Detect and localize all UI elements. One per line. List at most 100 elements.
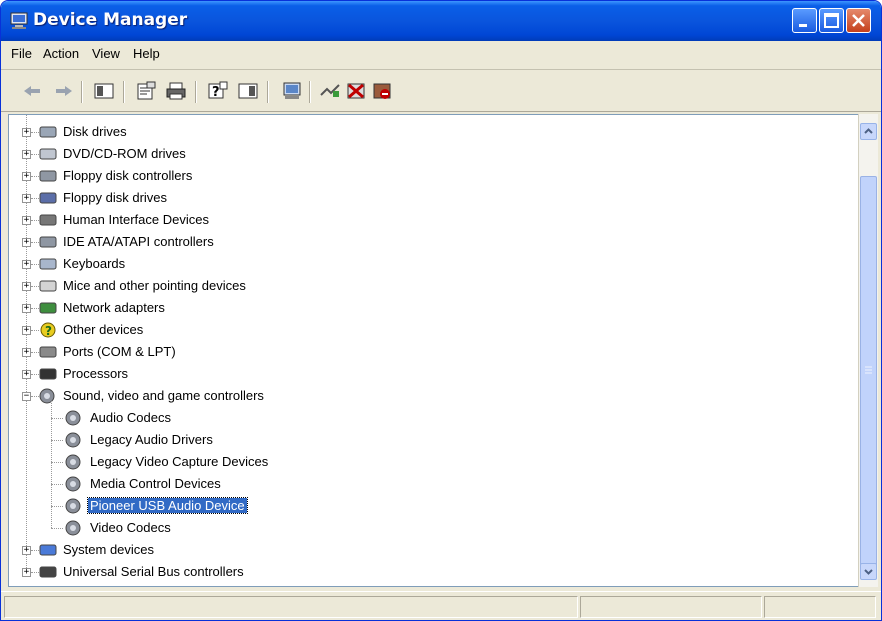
tree-category[interactable]: + Floppy disk drives (9, 187, 849, 209)
disk-drive-icon (39, 126, 57, 138)
controller-icon (39, 170, 57, 182)
maximize-button[interactable] (819, 8, 844, 33)
menu-view[interactable]: View (92, 46, 120, 61)
mouse-icon (39, 280, 57, 292)
tree-item[interactable]: Legacy Audio Drivers (9, 429, 849, 451)
tree-category-label: Mice and other pointing devices (63, 278, 246, 293)
tree-category-label: Other devices (63, 322, 144, 337)
tree-category[interactable]: + Ports (COM & LPT) (9, 341, 849, 363)
expand-toggle[interactable]: + (22, 370, 31, 379)
tree-category-label: Universal Serial Bus controllers (63, 564, 244, 579)
tree-item[interactable]: Pioneer USB Audio Device (9, 495, 849, 517)
tree-category-label: Disk drives (63, 124, 127, 139)
expand-toggle[interactable]: + (22, 172, 31, 181)
tree-category-label: Human Interface Devices (63, 212, 209, 227)
tree-category[interactable]: + Mice and other pointing devices (9, 275, 849, 297)
tree-item[interactable]: Audio Codecs (9, 407, 849, 429)
tree-category[interactable]: + Keyboards (9, 253, 849, 275)
tree-category[interactable]: + DVD/CD-ROM drives (9, 143, 849, 165)
tree-item-label-selected: Pioneer USB Audio Device (87, 497, 248, 514)
forward-icon[interactable] (53, 81, 75, 101)
tree-connector (31, 352, 39, 353)
tree-category-label: DVD/CD-ROM drives (63, 146, 186, 161)
uninstall-icon[interactable] (345, 81, 367, 101)
tree-connector (51, 528, 63, 529)
tree-category[interactable]: − Sound, video and game controllers (9, 385, 849, 407)
sound-icon (39, 388, 55, 404)
title-bar[interactable]: Device Manager (1, 1, 881, 41)
sound-icon (65, 432, 81, 448)
tree-connector (51, 440, 63, 441)
close-button[interactable] (846, 8, 871, 33)
tree-category-label: Sound, video and game controllers (63, 388, 264, 403)
tree-item-label: Legacy Video Capture Devices (90, 454, 269, 469)
vertical-scrollbar[interactable] (858, 114, 878, 587)
scroll-thumb[interactable] (860, 176, 877, 566)
chevron-down-icon (864, 569, 873, 575)
expand-toggle[interactable]: + (22, 546, 31, 555)
show-hide-tree-icon[interactable] (93, 81, 115, 101)
expand-toggle[interactable]: + (22, 128, 31, 137)
tree-category[interactable]: + System devices (9, 539, 849, 561)
tree-item[interactable]: Legacy Video Capture Devices (9, 451, 849, 473)
menu-help[interactable]: Help (133, 46, 160, 61)
expand-toggle[interactable]: + (22, 150, 31, 159)
tree-item[interactable]: Video Codecs (9, 517, 849, 539)
scan-hardware-icon[interactable] (281, 81, 303, 101)
usb-icon (39, 566, 57, 578)
tree-category[interactable]: + Disk drives (9, 121, 849, 143)
expand-toggle[interactable]: + (22, 282, 31, 291)
disable-icon[interactable] (371, 81, 393, 101)
tree-connector (31, 154, 39, 155)
menu-action[interactable]: Action (43, 46, 79, 61)
unknown-device-icon: ? (40, 322, 56, 338)
device-tree[interactable]: + Disk drives + DVD/CD-ROM drives + Floppy di… (8, 114, 859, 587)
status-bar (1, 591, 881, 620)
toolbar: ? (1, 71, 881, 112)
tree-item[interactable]: Media Control Devices (9, 473, 849, 495)
tree-category[interactable]: +? Other devices (9, 319, 849, 341)
menu-file[interactable]: File (11, 46, 32, 61)
sound-icon (65, 520, 81, 536)
tree-category[interactable]: + Processors (9, 363, 849, 385)
sound-icon (65, 498, 81, 514)
update-driver-icon[interactable] (319, 81, 341, 101)
toolbar-separator (195, 81, 197, 103)
tree-item-label: Audio Codecs (90, 410, 171, 425)
maximize-icon (824, 13, 839, 28)
expand-toggle[interactable]: + (22, 348, 31, 357)
chevron-up-icon (864, 128, 873, 134)
scroll-down-button[interactable] (860, 563, 877, 580)
expand-toggle[interactable]: + (22, 304, 31, 313)
port-icon (39, 346, 57, 358)
back-icon[interactable] (21, 81, 43, 101)
expand-toggle[interactable]: + (22, 568, 31, 577)
expand-toggle[interactable]: + (22, 194, 31, 203)
scroll-up-button[interactable] (860, 123, 877, 140)
collapse-toggle[interactable]: − (22, 392, 31, 401)
properties-icon[interactable] (135, 81, 157, 101)
expand-toggle[interactable]: + (22, 260, 31, 269)
sound-icon (65, 410, 81, 426)
ide-icon (39, 236, 57, 248)
toolbar-separator (267, 81, 269, 103)
minimize-button[interactable] (792, 8, 817, 33)
tree-connector (31, 220, 39, 221)
tree-category[interactable]: + Universal Serial Bus controllers (9, 561, 849, 583)
tree-category[interactable]: + Network adapters (9, 297, 849, 319)
tree-category[interactable]: + Floppy disk controllers (9, 165, 849, 187)
tree-category-label: System devices (63, 542, 155, 557)
action-pane-icon[interactable] (237, 81, 259, 101)
tree-category[interactable]: + IDE ATA/ATAPI controllers (9, 231, 849, 253)
expand-toggle[interactable]: + (22, 216, 31, 225)
tree-category-label: Network adapters (63, 300, 165, 315)
tree-connector (31, 374, 39, 375)
tree-connector (31, 264, 39, 265)
tree-category[interactable]: + Human Interface Devices (9, 209, 849, 231)
expand-toggle[interactable]: + (22, 238, 31, 247)
help-icon[interactable]: ? (207, 81, 229, 101)
print-icon[interactable] (165, 81, 187, 101)
close-icon (852, 14, 865, 27)
expand-toggle[interactable]: + (22, 326, 31, 335)
tree-connector (51, 462, 63, 463)
